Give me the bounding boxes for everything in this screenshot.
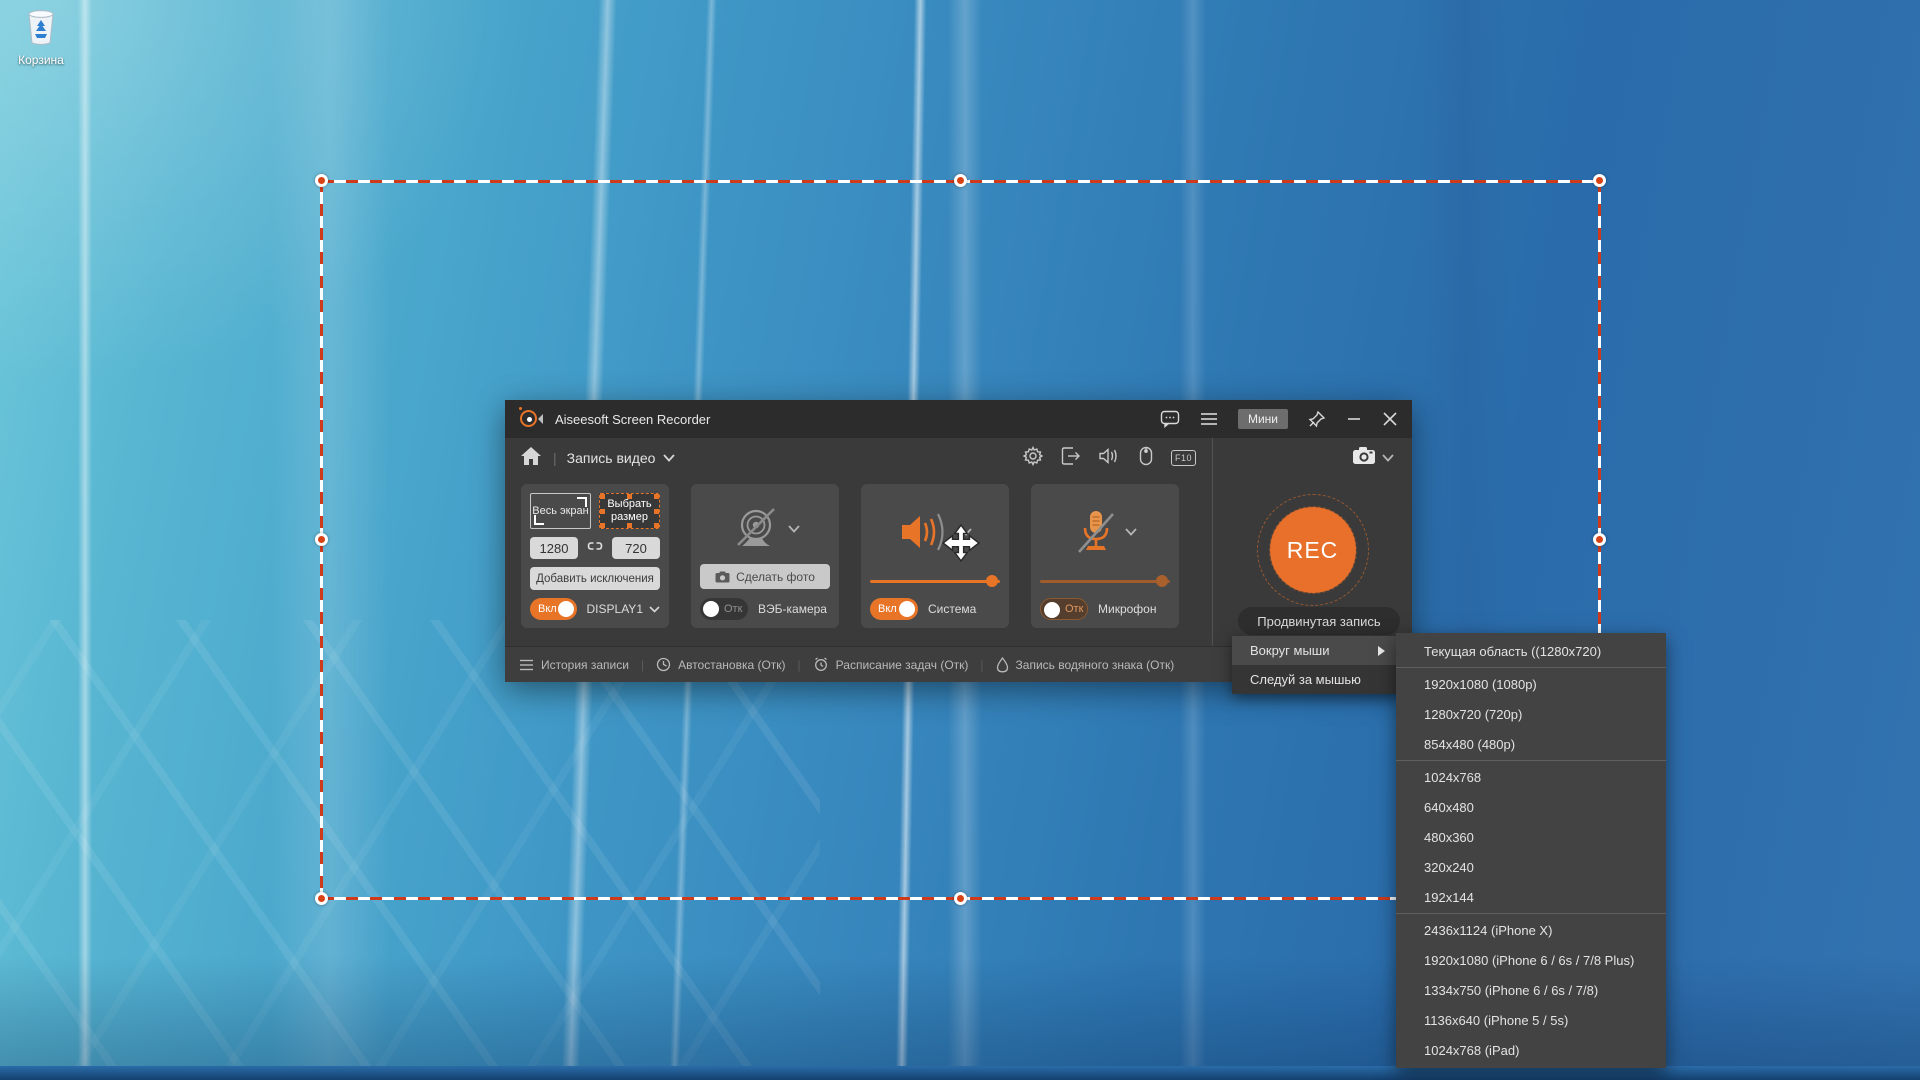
app-logo-icon (519, 407, 543, 431)
watermark-item[interactable]: Запись водяного знака (Отк) (996, 657, 1175, 673)
resolution-submenu: Текущая область ((1280x720) 1920x1080 (1… (1396, 633, 1666, 1068)
screenshot-camera-icon[interactable] (1352, 446, 1376, 470)
submenu-item[interactable]: 1024x768 (1396, 762, 1666, 792)
system-sound-label: Система (928, 602, 976, 616)
submenu-item[interactable]: 1024x768 (iPad) (1396, 1035, 1666, 1065)
panel-system-sound: Вкл Система (861, 484, 1009, 628)
settings-gear-icon[interactable] (1023, 446, 1043, 471)
toolbar: | Запись видео (505, 438, 1212, 478)
photo-camera-icon (715, 571, 730, 583)
chevron-down-icon (788, 525, 800, 533)
advanced-record-menu: Вокруг мыши Следуй за мышью (1232, 636, 1400, 694)
submenu-item[interactable]: 1136x640 (iPhone 5 / 5s) (1396, 1005, 1666, 1035)
submenu-item[interactable]: 854x480 (480p) (1396, 729, 1666, 759)
menu-item-around-mouse[interactable]: Вокруг мыши (1232, 636, 1400, 665)
link-dimensions-icon[interactable] (587, 539, 603, 557)
system-sound-toggle[interactable]: Вкл (870, 598, 918, 620)
microphone-label: Микрофон (1098, 602, 1156, 616)
chevron-down-icon (960, 528, 972, 536)
alarm-clock-icon (813, 657, 829, 672)
panel-webcam: Сделать фото Отк ВЭБ-камера (691, 484, 839, 628)
clock-icon (656, 657, 671, 672)
output-folder-icon[interactable] (1061, 447, 1081, 470)
display-source-dropdown[interactable]: DISPLAY1 (587, 602, 660, 616)
submenu-item[interactable]: 1334x750 (iPhone 6 / 6s / 7/8) (1396, 975, 1666, 1005)
selection-handle-top-right[interactable] (1593, 174, 1606, 187)
submenu-item[interactable]: 1920x1080 (iPhone 6 / 6s / 7/8 Plus) (1396, 945, 1666, 975)
chevron-down-icon[interactable] (1382, 454, 1394, 462)
mini-mode-button[interactable]: Мини (1238, 409, 1288, 429)
main-menu-icon[interactable] (1200, 412, 1218, 426)
record-mode-dropdown[interactable]: Запись видео (567, 450, 676, 466)
water-drop-icon (996, 657, 1009, 673)
submenu-item[interactable]: 192x144 (1396, 882, 1666, 912)
microphone-toggle[interactable]: Отк (1040, 598, 1088, 620)
selection-handle-bottom-left[interactable] (315, 892, 328, 905)
chevron-down-icon (663, 454, 675, 462)
recycle-bin-desktop-icon[interactable]: Корзина (6, 6, 76, 67)
rec-button-rings: REC (1247, 484, 1379, 616)
chevron-down-icon (649, 606, 660, 613)
recycle-bin-label: Корзина (6, 53, 76, 67)
pin-on-top-icon[interactable] (1308, 410, 1326, 428)
add-exclusions-button[interactable]: Добавить исключения (530, 567, 660, 590)
submenu-item[interactable]: 640x480 (1396, 792, 1666, 822)
system-volume-slider[interactable] (870, 571, 1000, 591)
hotkey-f10-icon[interactable]: F10 (1171, 450, 1196, 466)
webcam-toggle[interactable]: Отк (700, 598, 748, 620)
task-schedule-item[interactable]: Расписание задач (Отк) (813, 657, 969, 672)
panel-display-area: Весь экран Выбрать размер Доб (521, 484, 669, 628)
recycle-bin-icon (22, 33, 60, 50)
panel-microphone: Отк Микрофон (1031, 484, 1179, 628)
speaker-icon (898, 509, 954, 555)
minimize-button[interactable] (1346, 411, 1362, 427)
feedback-icon[interactable] (1160, 410, 1180, 428)
microphone-disabled-icon (1073, 508, 1119, 556)
sound-check-icon[interactable] (1099, 447, 1121, 470)
selection-handle-right-middle[interactable] (1593, 533, 1606, 546)
full-screen-button[interactable]: Весь экран (530, 493, 591, 529)
menu-item-follow-mouse[interactable]: Следуй за мышью (1232, 665, 1400, 694)
webcam-source-dropdown[interactable] (700, 493, 830, 564)
home-icon[interactable] (521, 447, 541, 470)
submenu-item[interactable]: 2436x1124 (iPhone X) (1396, 915, 1666, 945)
submenu-item-current-area[interactable]: Текущая область ((1280x720) (1396, 636, 1666, 666)
auto-stop-item[interactable]: Автостановка (Отк) (656, 657, 785, 672)
window-title: Aiseesoft Screen Recorder (555, 412, 710, 427)
system-sound-dropdown[interactable] (870, 493, 1000, 571)
mouse-settings-icon[interactable] (1139, 446, 1153, 471)
microphone-volume-slider[interactable] (1040, 571, 1170, 591)
submenu-item[interactable]: 1920x1080 (1080p) (1396, 669, 1666, 699)
submenu-item[interactable]: 1280x720 (720p) (1396, 699, 1666, 729)
height-input[interactable] (612, 537, 660, 559)
title-bar[interactable]: Aiseesoft Screen Recorder Мини (505, 400, 1412, 438)
selection-handle-left-middle[interactable] (315, 533, 328, 546)
submenu-arrow-icon (1378, 646, 1390, 656)
selection-handle-top-middle[interactable] (954, 174, 967, 187)
microphone-dropdown[interactable] (1040, 493, 1170, 571)
width-input[interactable] (530, 537, 578, 559)
display-toggle[interactable]: Вкл (530, 598, 577, 620)
webcam-disabled-icon (730, 505, 782, 553)
submenu-item[interactable]: 480x360 (1396, 822, 1666, 852)
chevron-down-icon (1125, 528, 1137, 536)
submenu-item[interactable]: 320x240 (1396, 852, 1666, 882)
selection-handle-top-left[interactable] (315, 174, 328, 187)
list-icon (519, 659, 534, 671)
rec-button[interactable]: REC (1270, 507, 1356, 593)
close-button[interactable] (1382, 411, 1398, 427)
record-history-item[interactable]: История записи (519, 658, 629, 672)
selection-handle-bottom-middle[interactable] (954, 892, 967, 905)
advanced-record-button[interactable]: Продвинутая запись (1238, 607, 1400, 635)
webcam-label: ВЭБ-камера (758, 602, 827, 616)
take-photo-button[interactable]: Сделать фото (700, 564, 830, 589)
custom-size-button[interactable]: Выбрать размер (599, 493, 660, 529)
